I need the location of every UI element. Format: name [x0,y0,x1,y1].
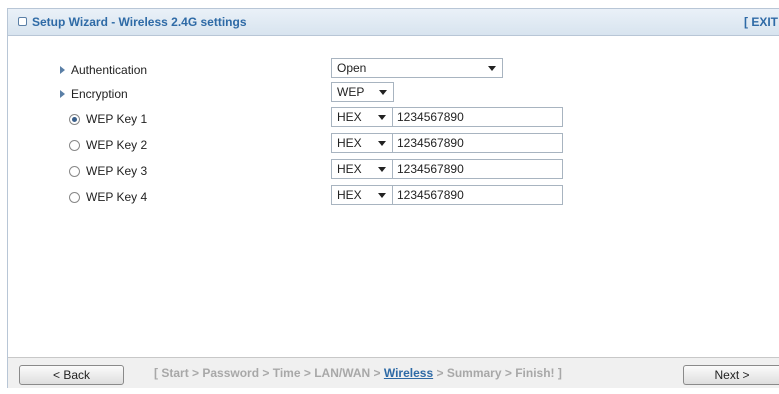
wep-key-1-format: HEX [337,110,362,124]
wep-key-1-label: WEP Key 1 [86,112,148,126]
wep-key-4-format-select[interactable]: HEX [331,185,393,205]
window-icon [18,17,27,26]
wep-key-4-input[interactable]: 1234567890 [392,185,563,205]
page-title: Setup Wizard - Wireless 2.4G settings [32,15,247,29]
wep-key-2-row[interactable]: WEP Key 2 [69,138,147,152]
chevron-down-icon [378,167,386,172]
wep-key-2-label: WEP Key 2 [86,138,148,152]
encryption-row: Encryption [60,87,128,101]
back-button[interactable]: < Back [19,365,124,385]
wizard-steps: [ Start > Password > Time > LAN/WAN > Wi… [154,366,562,380]
arrow-right-icon [60,90,65,98]
wep-key-1-radio[interactable] [69,113,80,125]
steps-before: Start > Password > Time > LAN/WAN > [161,366,381,380]
chevron-down-icon [488,66,496,71]
wep-key-1-row[interactable]: WEP Key 1 [69,112,147,126]
wep-key-1-input[interactable]: 1234567890 [392,107,563,127]
current-step-link[interactable]: Wireless [384,366,433,380]
encryption-select[interactable]: WEP [331,82,394,102]
wep-key-3-format: HEX [337,162,362,176]
authentication-row: Authentication [60,63,147,77]
wep-key-2-format: HEX [337,136,362,150]
authentication-select[interactable]: Open [331,58,503,78]
wizard-panel: Setup Wizard - Wireless 2.4G settings [ … [7,8,779,388]
title-bar: Setup Wizard - Wireless 2.4G settings [ … [8,9,779,36]
wep-key-4-label: WEP Key 4 [86,190,148,204]
wep-key-3-label: WEP Key 3 [86,164,148,178]
steps-after: > Summary > Finish! [436,366,555,380]
arrow-right-icon [60,66,65,74]
chevron-down-icon [378,115,386,120]
steps-close-bracket: ] [557,366,562,380]
wep-key-4-row[interactable]: WEP Key 4 [69,190,147,204]
wep-key-1-format-select[interactable]: HEX [331,107,393,127]
wep-key-2-input[interactable]: 1234567890 [392,133,563,153]
authentication-value: Open [337,61,367,75]
wep-key-2-radio[interactable] [69,139,80,151]
wep-key-4-radio[interactable] [69,191,80,203]
exit-link[interactable]: [ EXIT [744,15,778,29]
chevron-down-icon [379,90,387,95]
authentication-label: Authentication [71,63,148,77]
wep-key-3-format-select[interactable]: HEX [331,159,393,179]
wep-key-4-format: HEX [337,188,362,202]
next-button[interactable]: Next > [683,365,779,385]
steps-open-bracket: [ [154,366,158,380]
encryption-value: WEP [337,85,365,99]
wep-key-3-radio[interactable] [69,165,80,177]
wep-key-2-format-select[interactable]: HEX [331,133,393,153]
encryption-label: Encryption [71,87,128,101]
wizard-footer: < Back [ Start > Password > Time > LAN/W… [8,357,779,388]
wep-key-3-row[interactable]: WEP Key 3 [69,164,147,178]
wep-key-3-input[interactable]: 1234567890 [392,159,563,179]
chevron-down-icon [378,141,386,146]
chevron-down-icon [378,193,386,198]
